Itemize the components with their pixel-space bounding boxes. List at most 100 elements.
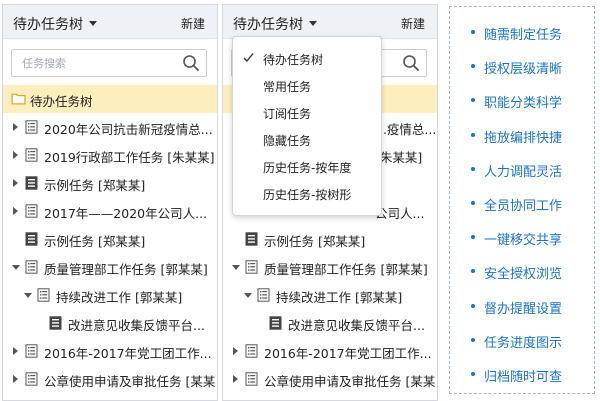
tree-item-label: 2017年——2020年公司人... [44,206,208,221]
folder-icon [11,93,26,105]
task-list-icon [25,148,38,162]
tree-item[interactable]: 示例任务 [郑某某] [223,225,437,253]
expand-arrow-down-icon[interactable] [12,265,20,270]
expand-arrow-right-icon[interactable] [13,151,18,159]
task-list-icon [245,372,258,386]
tree-item-label: 持续改进工作 [郭某某] [276,290,403,305]
dropdown-item[interactable]: 待办任务树 [233,45,381,71]
bullet-icon [471,98,475,103]
task-doc-icon [49,316,62,330]
task-doc-icon [245,232,258,246]
feature-item: 人力调配灵活 [450,154,594,188]
search-icon[interactable] [402,54,420,72]
expand-arrow-right-icon[interactable] [233,347,238,355]
tree-item-label: 2020年公司抗击新冠疫情总... [44,122,213,137]
feature-list-panel: 随需制定任务 授权层级清晰职能分类科学 拖放编排快捷人力调配灵活 全员协同工作 一键移交… [449,6,595,394]
tree-item-label: 质量管理部工作任务 [郭某某] [44,262,208,277]
bullet-icon [471,201,475,205]
feature-item: 任务进度图示 [450,325,594,359]
feature-item: 拖放编排快捷 [450,120,594,154]
tree-item-label: 2016年-2017年党工团工作... [44,346,212,361]
task-tree-panel-left: 待办任务树 新建 待办任务树 2020年公司抗击新冠疫情总... 2019行政部工作… [2,4,218,401]
feature-item: 安全授权浏览 [450,256,594,290]
task-list-icon [25,204,38,218]
tree-item[interactable]: 质量管理部工作任务 [郭某某] [3,253,217,281]
tree-item[interactable]: 公章使用申请及审批任务 [某某] [223,365,437,393]
dropdown-item[interactable]: 历史任务-按年度 [233,153,381,179]
dropdown-item-label: 隐藏任务 [263,134,312,148]
feature-text: 任务进度图示 [484,335,563,351]
tree-item-label: 示例任务 [郑某某] [264,234,366,249]
tree-item[interactable]: 2016年-2017年党工团工作... [3,337,217,365]
feature-text: 随需制定任务 [484,28,563,43]
tree-item[interactable]: 持续改进工作 [郭某某] [223,281,437,309]
tree-item-label: 示例任务 [郑某某] [44,178,146,193]
dropdown-item[interactable]: 历史任务-按树形 [233,180,381,206]
tree-view-dropdown-menu: 待办任务树常用任务订阅任务隐藏任务历史任务-按年度 历史任务-按树形 [232,36,382,216]
task-doc-icon [25,176,38,190]
search-icon[interactable] [182,54,200,72]
tree-item[interactable]: 示例任务 [郑某某] [3,225,217,253]
feature-item: 督办提醒设置 [450,291,594,325]
caret-down-icon [309,20,317,26]
expand-arrow-down-icon[interactable] [232,265,240,270]
check-icon [243,53,254,63]
feature-text: 授权层级清晰 [484,62,563,78]
bullet-icon [471,372,475,376]
tree-root-item[interactable]: 待办任务树 [3,85,217,113]
feature-text: 一键移交共享 [484,233,563,249]
expand-arrow-down-icon[interactable] [24,293,32,298]
tree-item[interactable]: 2020年公司抗击新冠疫情总... [3,113,217,141]
bullet-icon [471,337,475,342]
tree-view-title: 待办任务树 [233,17,303,33]
feature-item: 全员协同工作 [450,188,594,222]
search-box [11,49,207,77]
tree-item-label: 改进意见收集反馈平台... [68,318,205,333]
tree-item[interactable]: 改进意见收集反馈平台... [3,309,217,337]
tree-item-label: ...疫情总... [375,122,435,137]
tree-item[interactable]: 公章使用申请及审批任务 [某某] [3,365,217,393]
bullet-icon [471,132,475,137]
dropdown-item-label: 常用任务 [263,80,312,94]
expand-arrow-right-icon[interactable] [13,375,18,383]
tree-item-label: 公章使用申请及审批任务 [某某] [264,374,435,389]
feature-item: 职能分类科学 [450,85,594,119]
tree-item[interactable]: 质量管理部工作任务 [郭某某] [223,253,437,281]
feature-text: 督办提醒设置 [484,301,563,317]
new-task-button[interactable]: 新建 [401,15,425,32]
new-task-button[interactable]: 新建 [181,15,205,32]
feature-item: 归档随时可查 [450,359,594,393]
expand-arrow-down-icon[interactable] [244,293,252,298]
expand-arrow-right-icon[interactable] [233,375,238,383]
tree-item[interactable]: 2017年——2020年公司人... [3,197,217,225]
dropdown-item[interactable]: 常用任务 [233,72,381,98]
tree-item-label: 示例任务 [郑某某] [44,234,146,249]
dropdown-item[interactable]: 隐藏任务 [233,126,381,152]
expand-arrow-right-icon[interactable] [13,123,18,131]
tree-item[interactable]: 改进意见收集反馈平台... [223,309,437,337]
feature-text: 全员协同工作 [484,199,563,214]
tree-item-label: 公章使用申请及审批任务 [某某] [44,374,215,389]
feature-item: 授权层级清晰 [450,51,594,85]
dropdown-item-label: 待办任务树 [263,53,324,67]
tree-item[interactable]: 持续改进工作 [郭某某] [3,281,217,309]
tree-view-selector[interactable]: 待办任务树 [13,14,97,34]
tree-item-label: 2016年-2017年党工团工作... [264,346,432,361]
tree-item[interactable]: 2019行政部工作任务 [朱某某] [3,141,217,169]
panel-header: 待办任务树 新建 [223,5,437,39]
task-search-input[interactable] [12,50,178,76]
bullet-icon [471,235,475,240]
task-list-icon [245,260,258,274]
expand-arrow-right-icon[interactable] [13,207,18,215]
feature-text: 人力调配灵活 [484,164,563,180]
dropdown-item[interactable]: 订阅任务 [233,99,381,125]
tree-item-label: 改进意见收集反馈平台... [288,318,425,333]
expand-arrow-right-icon[interactable] [13,347,18,355]
task-list-icon [25,260,38,274]
tree-view-selector[interactable]: 待办任务树 [233,14,317,34]
bullet-icon [471,30,475,34]
tree-item[interactable]: 示例任务 [郑某某] [3,169,217,197]
tree-item[interactable]: 2016年-2017年党工团工作... [223,337,437,365]
expand-arrow-right-icon[interactable] [13,179,18,187]
task-list-icon [37,288,50,302]
